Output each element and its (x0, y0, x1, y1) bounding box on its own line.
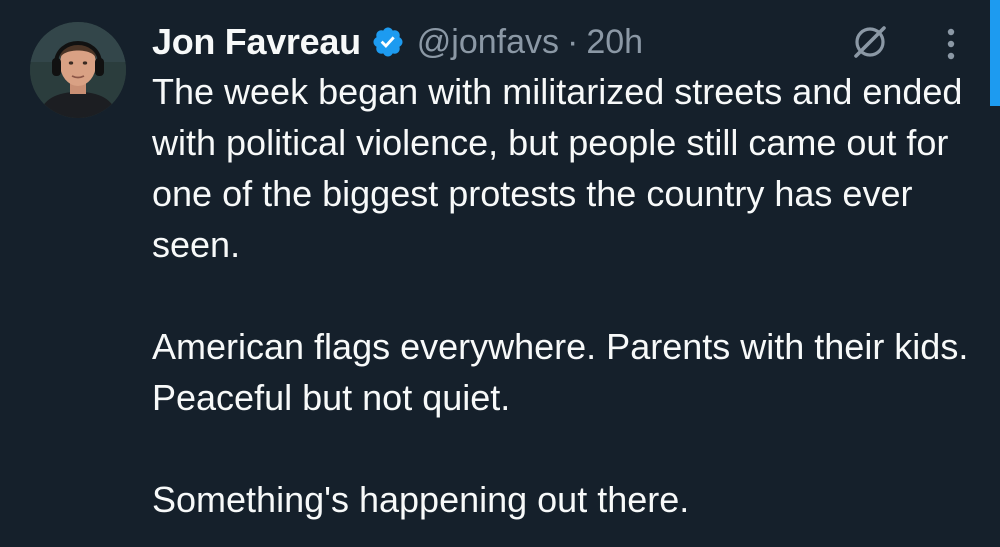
scroll-indicator (990, 0, 1000, 106)
avatar[interactable] (30, 22, 126, 118)
handle[interactable]: @jonfavs (417, 23, 559, 62)
verified-badge-icon[interactable] (371, 25, 405, 59)
tweet-text: The week began with militarized streets … (152, 66, 982, 525)
display-name[interactable]: Jon Favreau (152, 21, 361, 63)
tweet-paragraph: The week began with militarized streets … (152, 71, 963, 265)
tweet-paragraph: American flags everywhere. Parents with … (152, 326, 969, 418)
more-options-icon[interactable] (938, 24, 964, 64)
tweet-paragraph: Something's happening out there. (152, 479, 690, 520)
tweet-header: Jon Favreau @jonfavs · 20h (152, 18, 643, 66)
tweet-card[interactable]: Jon Favreau @jonfavs · 20h The week bega… (0, 0, 1000, 547)
grok-icon[interactable] (848, 20, 892, 64)
separator: · (567, 22, 579, 61)
timestamp[interactable]: 20h (586, 23, 643, 62)
avatar-image (30, 22, 126, 118)
